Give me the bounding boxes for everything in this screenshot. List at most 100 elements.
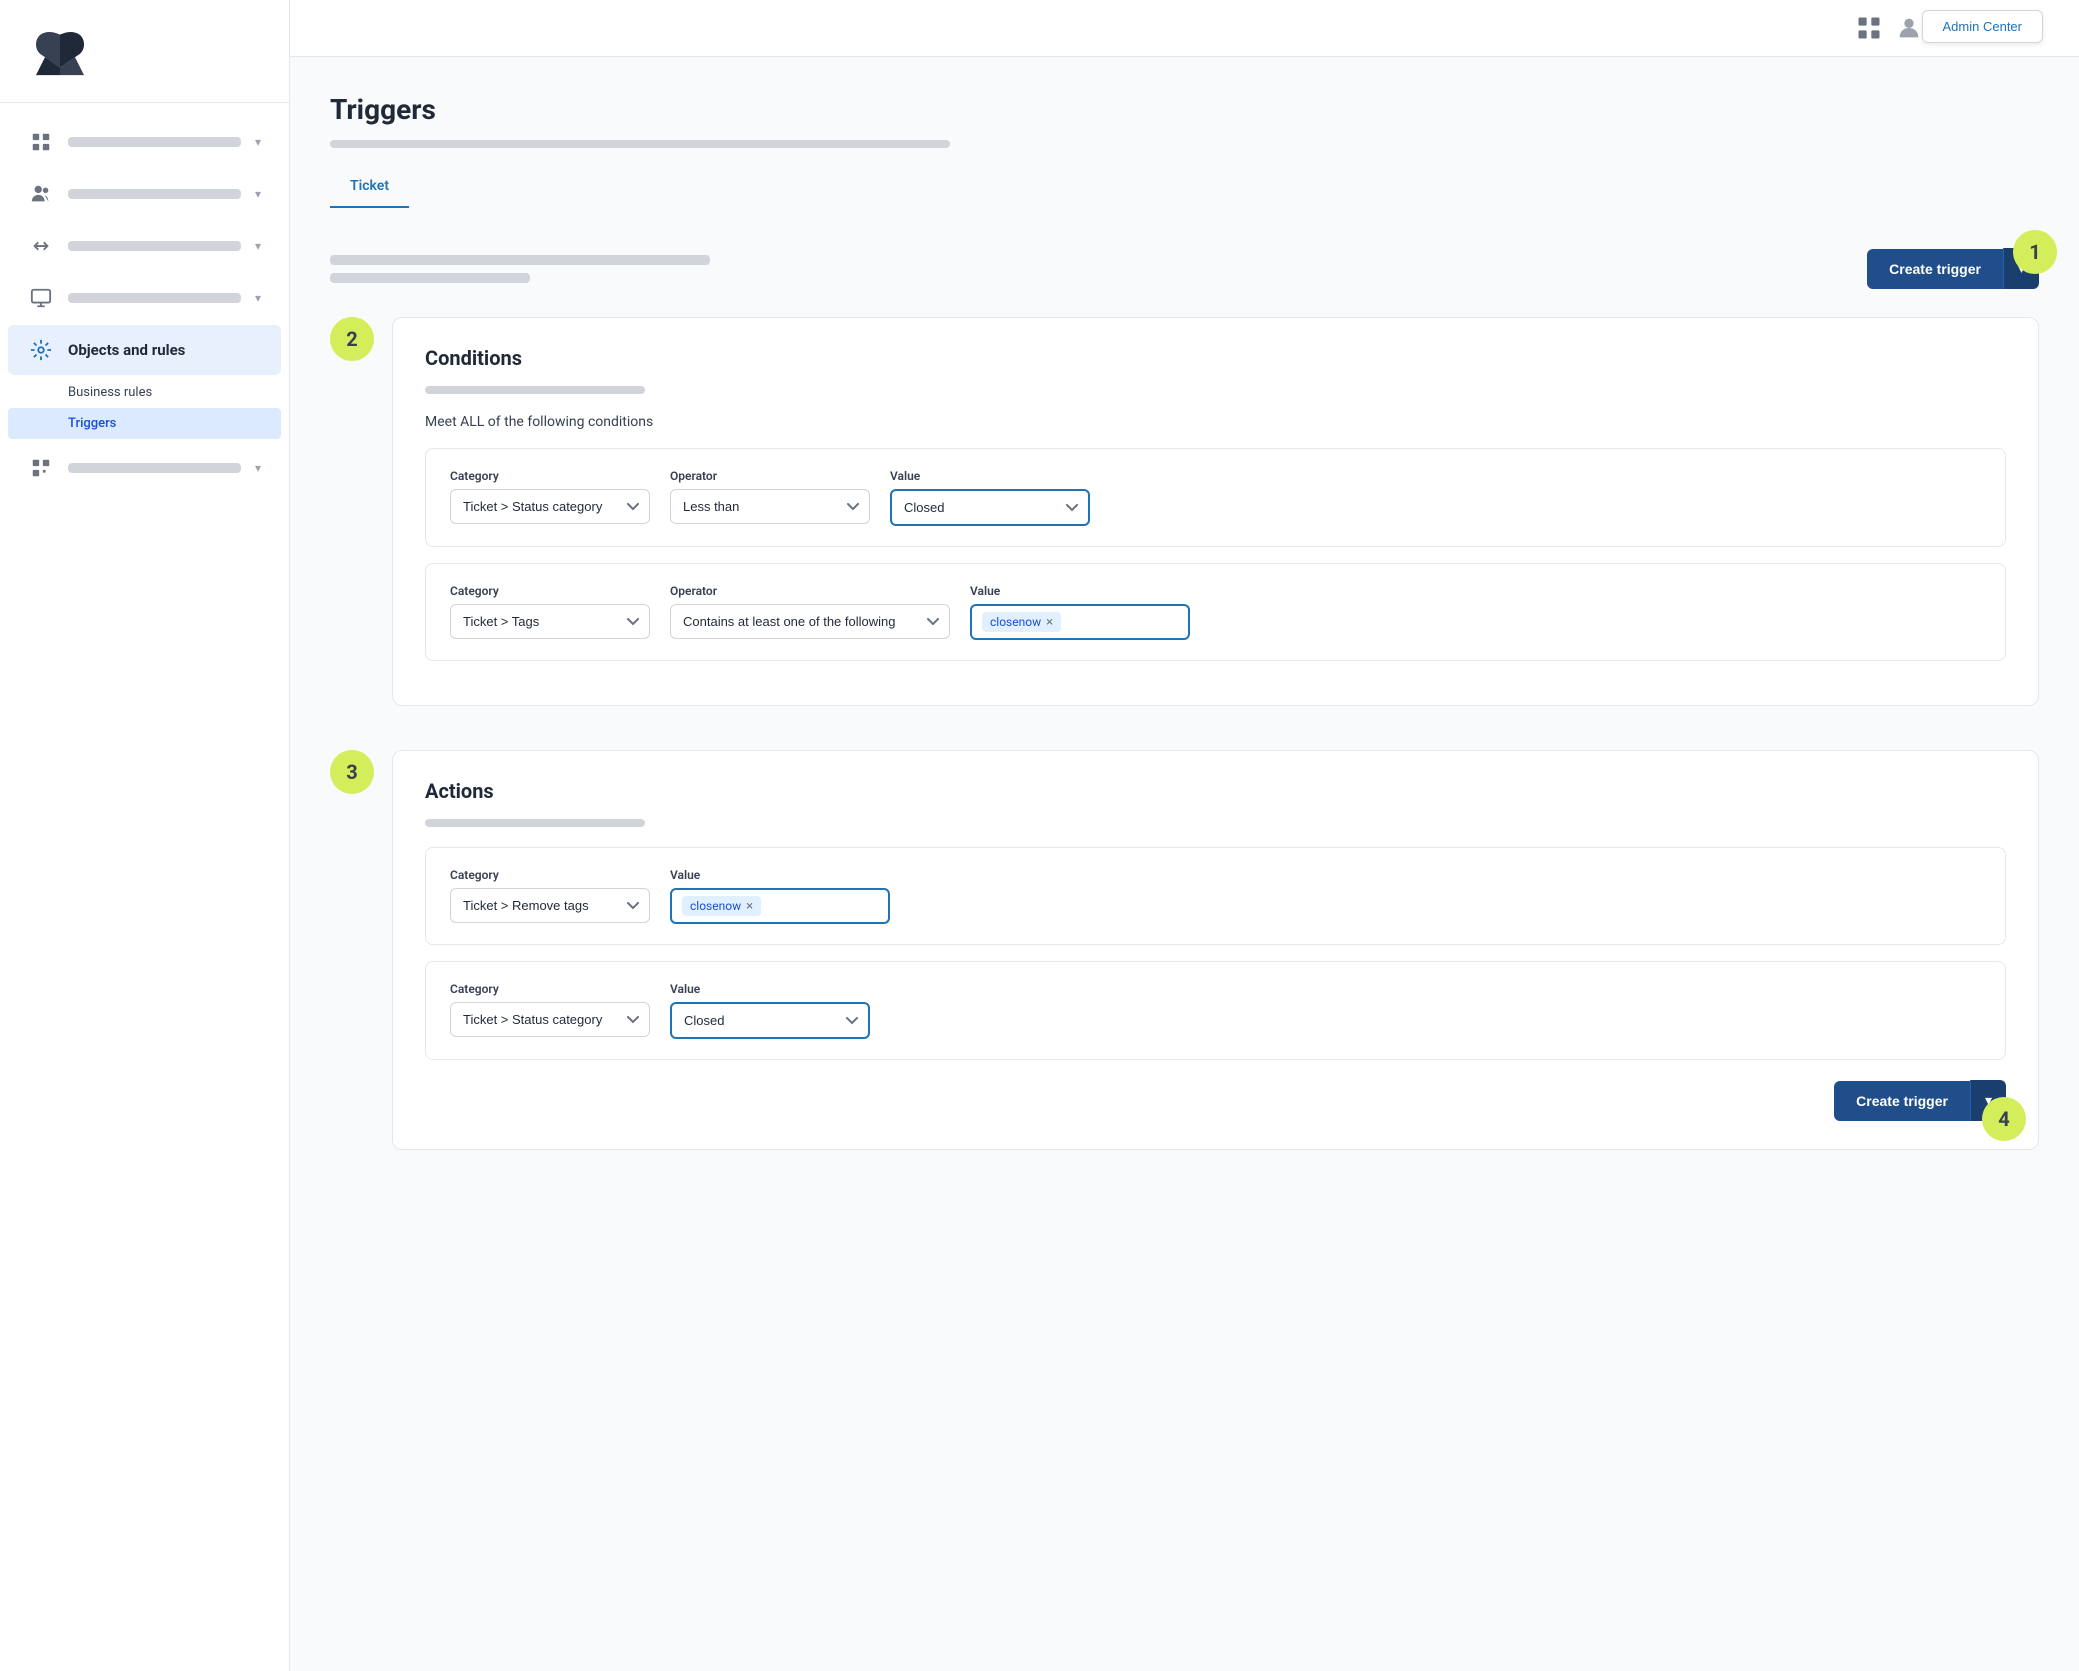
sidebar-item-grid-plus[interactable]: ▾ <box>8 443 281 493</box>
condition-2-tag-close[interactable]: × <box>1046 616 1053 629</box>
grid-plus-icon <box>28 455 54 481</box>
action-1-tag: closenow × <box>682 896 761 916</box>
nav-label-bar <box>68 463 241 473</box>
condition-1-value-select[interactable]: Closed <box>890 489 1090 526</box>
sidebar-item-monitor[interactable]: ▾ <box>8 273 281 323</box>
topbar: Admin Center <box>290 0 2079 57</box>
step-badge-3: 3 <box>330 750 374 794</box>
action-1-category-group: Category Ticket > Remove tags <box>450 868 650 923</box>
condition-1-operator-select[interactable]: Less than <box>670 489 870 524</box>
action-2-category-label: Category <box>450 982 650 996</box>
chevron-down-icon: ▾ <box>255 291 261 305</box>
condition-2-operator-label: Operator <box>670 584 950 598</box>
create-trigger-btn-group-bottom: Create trigger ▾ <box>1834 1080 2006 1121</box>
condition-row-1: Category Ticket > Status category Operat… <box>425 448 2006 547</box>
create-trigger-button-bottom[interactable]: Create trigger <box>1834 1081 1970 1121</box>
action-row-2: Category Ticket > Status category Value … <box>425 961 2006 1060</box>
conditions-subtitle-bar <box>425 386 645 394</box>
sidebar-nav: ▾ ▾ ▾ ▾ <box>0 103 289 1671</box>
condition-2-tag: closenow × <box>982 612 1061 632</box>
step-badge-2: 2 <box>330 317 374 361</box>
nav-label-bar <box>68 241 241 251</box>
tab-ticket[interactable]: Ticket <box>330 168 409 208</box>
condition-2-category-select[interactable]: Ticket > Tags <box>450 604 650 639</box>
sidebar-subitem-triggers[interactable]: Triggers <box>8 408 281 439</box>
condition-2-category-label: Category <box>450 584 650 598</box>
condition-2-value-label: Value <box>970 584 1190 598</box>
condition-1-operator-label: Operator <box>670 469 870 483</box>
create-trigger-area: Create trigger ▾ 1 <box>1867 248 2039 289</box>
action-1-value-group: Value closenow × <box>670 868 890 924</box>
building-icon <box>28 129 54 155</box>
conditions-section: Conditions Meet ALL of the following con… <box>392 317 2039 706</box>
sidebar-item-arrows[interactable]: ▾ <box>8 221 281 271</box>
action-2-category-group: Category Ticket > Status category <box>450 982 650 1037</box>
arrows-icon <box>28 233 54 259</box>
chevron-down-icon: ▾ <box>255 135 261 149</box>
create-trigger-bottom-area: Create trigger ▾ 4 <box>1834 1080 2006 1121</box>
conditions-header: Conditions <box>425 346 2006 370</box>
action-1-tag-input[interactable]: closenow × <box>670 888 890 924</box>
sidebar-logo <box>0 0 289 103</box>
action-2-value-group: Value Closed <box>670 982 870 1039</box>
grid-icon[interactable] <box>1855 14 1883 42</box>
main-content: Admin Center Triggers Ticket Create trig… <box>290 0 2079 1671</box>
condition-row-1-fields: Category Ticket > Status category Operat… <box>450 469 1981 526</box>
step-badge-1: 1 <box>2013 230 2057 274</box>
actions-subtitle-bar <box>425 819 645 827</box>
action-2-value-select[interactable]: Closed <box>670 1002 870 1039</box>
filter-bar-long <box>330 255 710 265</box>
sub-nav: Business rules Triggers <box>8 377 281 439</box>
action-1-category-select[interactable]: Ticket > Remove tags <box>450 888 650 923</box>
action-row-2-fields: Category Ticket > Status category Value … <box>450 982 1981 1039</box>
condition-1-category-group: Category Ticket > Status category <box>450 469 650 524</box>
action-1-value-label: Value <box>670 868 890 882</box>
actions-section: Actions Category Ticket > Remove tags <box>392 750 2039 1150</box>
create-trigger-button-top[interactable]: Create trigger <box>1867 249 2003 289</box>
action-1-tag-close[interactable]: × <box>746 900 753 913</box>
condition-row-2-fields: Category Ticket > Tags Operator Contains… <box>450 584 1981 640</box>
condition-1-category-label: Category <box>450 469 650 483</box>
step-badge-4: 4 <box>1982 1097 2026 1141</box>
nav-label-bar <box>68 293 241 303</box>
condition-2-category-group: Category Ticket > Tags <box>450 584 650 639</box>
condition-2-operator-group: Operator Contains at least one of the fo… <box>670 584 950 639</box>
sidebar-item-buildings[interactable]: ▾ <box>8 117 281 167</box>
title-bar-decoration <box>330 140 950 148</box>
topbar-icons <box>1855 14 1923 42</box>
filter-bar-short <box>330 273 530 283</box>
sidebar-objects-rules-label: Objects and rules <box>68 341 185 359</box>
objects-rules-icon <box>28 337 54 363</box>
monitor-icon <box>28 285 54 311</box>
condition-1-category-select[interactable]: Ticket > Status category <box>450 489 650 524</box>
chevron-down-icon: ▾ <box>255 461 261 475</box>
page-content: Triggers Ticket Create trigger ▾ <box>290 57 2079 1671</box>
action-1-category-label: Category <box>450 868 650 882</box>
condition-2-tag-input[interactable]: closenow × <box>970 604 1190 640</box>
user-avatar-icon[interactable] <box>1895 14 1923 42</box>
sidebar-item-people[interactable]: ▾ <box>8 169 281 219</box>
sidebar: ▾ ▾ ▾ ▾ <box>0 0 290 1671</box>
nav-label-bar <box>68 137 241 147</box>
page-title: Triggers <box>330 93 2039 126</box>
actions-title: Actions <box>425 779 494 803</box>
filter-bars <box>330 255 1867 283</box>
nav-label-bar <box>68 189 241 199</box>
chevron-down-icon: ▾ <box>255 239 261 253</box>
action-2-category-select[interactable]: Ticket > Status category <box>450 1002 650 1037</box>
zendesk-logo-icon <box>30 28 90 78</box>
bottom-btn-row: Create trigger ▾ 4 <box>425 1080 2006 1121</box>
sidebar-item-objects-rules[interactable]: Objects and rules <box>8 325 281 375</box>
conditions-title: Conditions <box>425 346 522 370</box>
people-icon <box>28 181 54 207</box>
tabs: Ticket <box>330 168 409 208</box>
condition-1-value-group: Value Closed <box>890 469 1090 526</box>
action-row-1: Category Ticket > Remove tags Value clos… <box>425 847 2006 945</box>
condition-1-operator-group: Operator Less than <box>670 469 870 524</box>
admin-center-button[interactable]: Admin Center <box>1922 10 2043 43</box>
condition-2-operator-select[interactable]: Contains at least one of the following <box>670 604 950 639</box>
sidebar-subitem-business-rules[interactable]: Business rules <box>8 377 281 408</box>
action-row-1-fields: Category Ticket > Remove tags Value clos… <box>450 868 1981 924</box>
chevron-down-icon: ▾ <box>255 187 261 201</box>
condition-1-value-label: Value <box>890 469 1090 483</box>
